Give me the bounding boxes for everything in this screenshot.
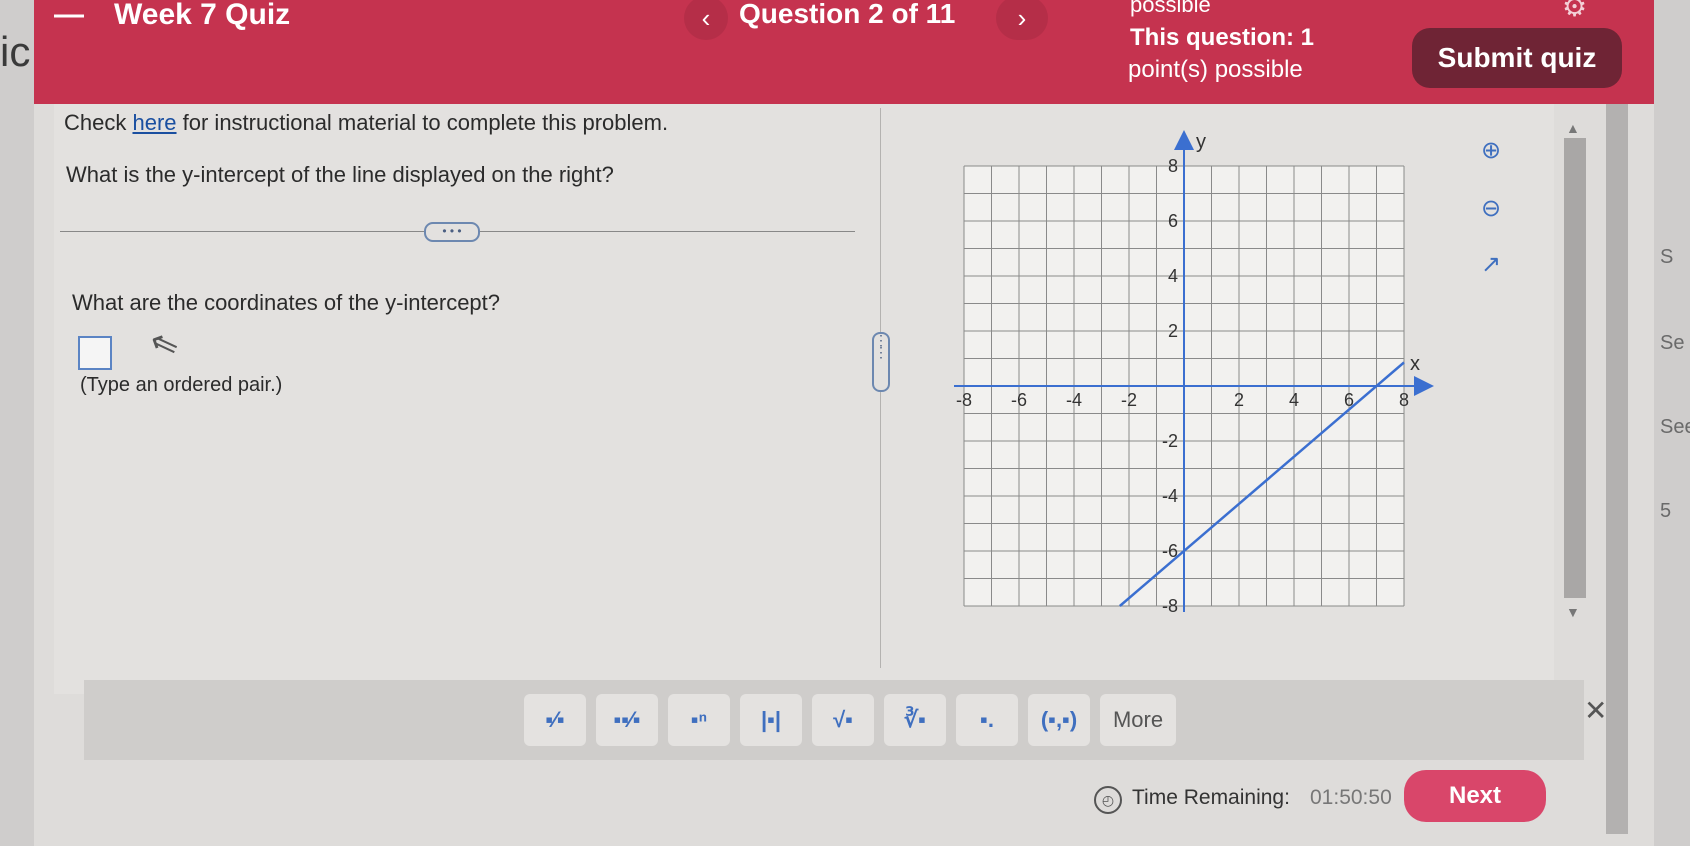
y-tick-label: -2 <box>1162 431 1178 451</box>
question-counter[interactable]: Question 2 of 11 <box>739 0 955 30</box>
x-axis-label: x <box>1410 353 1420 375</box>
y-tick-label: 4 <box>1168 266 1178 286</box>
mouse-cursor-icon: ⇖ <box>144 321 185 367</box>
right-text-fragment: 5 <box>1660 500 1672 522</box>
page-scrollbar[interactable] <box>1606 104 1628 834</box>
next-question-button[interactable]: › <box>996 0 1048 40</box>
quiz-footer: ◴ Time Remaining: 01:50:50 Next <box>34 760 1594 846</box>
close-toolbar-icon[interactable]: ✕ <box>1584 694 1607 727</box>
settings-gear-icon[interactable]: ⚙ <box>1562 0 1587 23</box>
pane-resize-handle[interactable]: ⋮ ⋮ <box>872 332 890 392</box>
question-points-suffix: point(s) possible <box>1128 56 1303 83</box>
question-points: This question: 1 <box>1130 24 1315 51</box>
open-external-icon[interactable]: ↗ <box>1474 248 1508 282</box>
instruction-after: for instructional material to complete t… <box>176 110 669 135</box>
right-text-fragment: Se <box>1660 332 1685 354</box>
instructional-material-link[interactable]: here <box>132 110 176 135</box>
y-tick-label: -4 <box>1162 486 1178 506</box>
decimal-button[interactable]: ▪. <box>956 694 1018 746</box>
background-left: ic › › <box>0 0 55 846</box>
sub-question-text: What are the coordinates of the y-interc… <box>72 290 501 315</box>
scroll-up-icon[interactable]: ▲ <box>1566 120 1580 136</box>
cube-root-button[interactable]: ∛▪ <box>884 694 946 746</box>
x-tick-label: 2 <box>1234 390 1244 410</box>
left-text-fragment: ic <box>0 28 31 75</box>
x-tick-label: 8 <box>1399 390 1409 410</box>
previous-question-button[interactable]: ‹ <box>684 0 728 40</box>
more-symbols-button[interactable]: More <box>1100 694 1176 746</box>
instruction-text: Check here for instructional material to… <box>64 110 668 136</box>
y-tick-label: 2 <box>1168 321 1178 341</box>
zoom-in-icon[interactable]: ⊕ <box>1474 134 1508 168</box>
background-right: S Se See 5 <box>1654 0 1690 846</box>
right-text-fragment: S <box>1660 246 1674 268</box>
y-axis-label: y <box>1196 131 1206 153</box>
exponent-button[interactable]: ▪ⁿ <box>668 694 730 746</box>
x-tick-label: -6 <box>1011 390 1027 410</box>
points-possible-total: possible <box>1130 0 1211 17</box>
mixed-number-button[interactable]: ▪▪⁄▪ <box>596 694 658 746</box>
x-tick-label: -4 <box>1066 390 1082 410</box>
time-remaining-label: Time Remaining: <box>1132 786 1290 809</box>
y-tick-label: -8 <box>1162 596 1178 616</box>
math-toolbar: ▪⁄▪ ▪▪⁄▪ ▪ⁿ |▪| √▪ ∛▪ ▪. (▪,▪) More ✕ <box>84 680 1607 760</box>
x-tick-label: -8 <box>956 390 972 410</box>
answer-input[interactable] <box>78 336 112 370</box>
fraction-button[interactable]: ▪⁄▪ <box>524 694 586 746</box>
square-root-button[interactable]: √▪ <box>812 694 874 746</box>
x-tick-label: -2 <box>1121 390 1137 410</box>
quiz-header: — Week 7 Quiz ‹ Question 2 of 11 › possi… <box>34 0 1654 104</box>
time-remaining-value: 01:50:50 <box>1310 786 1392 809</box>
clock-icon: ◴ <box>1094 786 1122 814</box>
answer-hint: (Type an ordered pair.) <box>80 374 283 396</box>
absolute-value-button[interactable]: |▪| <box>740 694 802 746</box>
question-text: What is the y-intercept of the line disp… <box>66 162 614 187</box>
content-scrollbar[interactable] <box>1564 138 1586 598</box>
quiz-title: Week 7 Quiz <box>114 0 291 31</box>
y-tick-label: 6 <box>1168 211 1178 231</box>
submit-quiz-button[interactable]: Submit quiz <box>1412 28 1622 88</box>
question-area: Check here for instructional material to… <box>54 104 1554 694</box>
expand-more-button[interactable]: • • • <box>424 222 480 242</box>
y-tick-label: 8 <box>1168 156 1178 176</box>
coordinate-graph: xy -8 -6 -4 -2 2 4 6 88642-2-4-6-8 <box>954 130 1434 616</box>
next-button[interactable]: Next <box>1404 770 1546 822</box>
x-tick-label: 4 <box>1289 390 1299 410</box>
menu-dash-icon[interactable]: — <box>54 0 84 32</box>
scroll-down-icon[interactable]: ▼ <box>1566 604 1580 620</box>
instruction-before: Check <box>64 110 133 135</box>
ordered-pair-button[interactable]: (▪,▪) <box>1028 694 1090 746</box>
zoom-out-icon[interactable]: ⊖ <box>1474 192 1508 226</box>
quiz-panel: — Week 7 Quiz ‹ Question 2 of 11 › possi… <box>34 0 1654 846</box>
right-text-fragment: See <box>1660 416 1690 438</box>
